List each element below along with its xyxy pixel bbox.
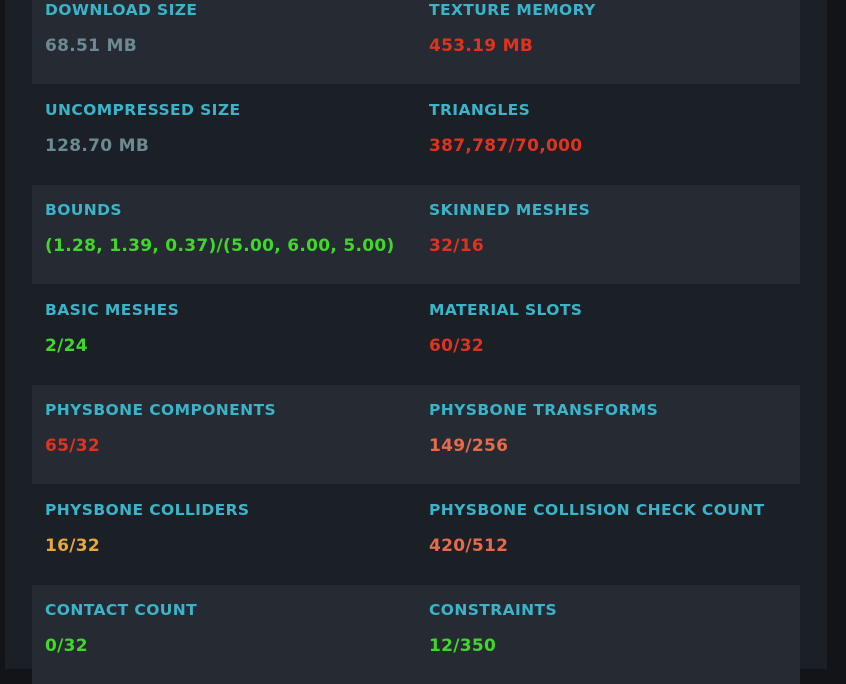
stat-row-physbone-components-transforms: PHYSBONE COMPONENTS 65/32 PHYSBONE TRANS… <box>32 385 800 484</box>
stat-physbone-transforms: PHYSBONE TRANSFORMS 149/256 <box>429 385 799 484</box>
stat-label: BOUNDS <box>45 201 122 219</box>
stat-texture-memory: TEXTURE MEMORY 453.19 MB <box>429 0 799 84</box>
stat-value: 149/256 <box>429 436 509 456</box>
stat-label: SKINNED MESHES <box>429 201 591 219</box>
stat-physbone-collision-check-count: PHYSBONE COLLISION CHECK COUNT 420/512 <box>429 485 799 584</box>
stat-value: 387,787/70,000 <box>429 136 583 156</box>
stat-label: PHYSBONE COLLIDERS <box>45 501 250 519</box>
stat-label: TEXTURE MEMORY <box>429 1 596 19</box>
stat-uncompressed-size: UNCOMPRESSED SIZE 128.70 MB <box>45 85 425 184</box>
stat-row-contact-constraints: CONTACT COUNT 0/32 CONSTRAINTS 12/350 <box>32 585 800 684</box>
stat-value: 453.19 MB <box>429 36 534 56</box>
stat-label: CONSTRAINTS <box>429 601 558 619</box>
stat-value: 2/24 <box>45 336 88 356</box>
stat-label: PHYSBONE TRANSFORMS <box>429 401 659 419</box>
stat-value: 0/32 <box>45 636 88 656</box>
stat-row-uncompressed-triangles: UNCOMPRESSED SIZE 128.70 MB TRIANGLES 38… <box>32 85 800 184</box>
stat-label: CONTACT COUNT <box>45 601 198 619</box>
stat-label: PHYSBONE COLLISION CHECK COUNT <box>429 501 765 519</box>
stat-label: PHYSBONE COMPONENTS <box>45 401 277 419</box>
stat-value: 420/512 <box>429 536 509 556</box>
stat-label: MATERIAL SLOTS <box>429 301 583 319</box>
stat-row-download-texture: DOWNLOAD SIZE 68.51 MB TEXTURE MEMORY 45… <box>32 0 800 84</box>
stat-value: (1.28, 1.39, 0.37)/(5.00, 6.00, 5.00) <box>45 236 395 256</box>
stat-constraints: CONSTRAINTS 12/350 <box>429 585 799 684</box>
stat-value: 12/350 <box>429 636 497 656</box>
stat-row-physbone-colliders-collision: PHYSBONE COLLIDERS 16/32 PHYSBONE COLLIS… <box>32 485 800 584</box>
stat-label: UNCOMPRESSED SIZE <box>45 101 241 119</box>
stat-value: 32/16 <box>429 236 485 256</box>
stat-label: BASIC MESHES <box>45 301 180 319</box>
stat-value: 68.51 MB <box>45 36 137 56</box>
stat-contact-count: CONTACT COUNT 0/32 <box>45 585 425 684</box>
stat-material-slots: MATERIAL SLOTS 60/32 <box>429 285 799 384</box>
stat-row-basic-material: BASIC MESHES 2/24 MATERIAL SLOTS 60/32 <box>32 285 800 384</box>
stat-basic-meshes: BASIC MESHES 2/24 <box>45 285 425 384</box>
stat-physbone-colliders: PHYSBONE COLLIDERS 16/32 <box>45 485 425 584</box>
stat-value: 65/32 <box>45 436 101 456</box>
stat-skinned-meshes: SKINNED MESHES 32/16 <box>429 185 799 284</box>
stat-value: 128.70 MB <box>45 136 150 156</box>
stat-value: 60/32 <box>429 336 485 356</box>
stat-value: 16/32 <box>45 536 101 556</box>
stat-download-size: DOWNLOAD SIZE 68.51 MB <box>45 0 425 84</box>
stat-label: TRIANGLES <box>429 101 531 119</box>
performance-stats-panel: DOWNLOAD SIZE 68.51 MB TEXTURE MEMORY 45… <box>5 0 827 684</box>
stat-bounds: BOUNDS (1.28, 1.39, 0.37)/(5.00, 6.00, 5… <box>45 185 425 284</box>
stat-triangles: TRIANGLES 387,787/70,000 <box>429 85 799 184</box>
stat-physbone-components: PHYSBONE COMPONENTS 65/32 <box>45 385 425 484</box>
stat-label: DOWNLOAD SIZE <box>45 1 198 19</box>
stat-row-bounds-skinned: BOUNDS (1.28, 1.39, 0.37)/(5.00, 6.00, 5… <box>32 185 800 284</box>
